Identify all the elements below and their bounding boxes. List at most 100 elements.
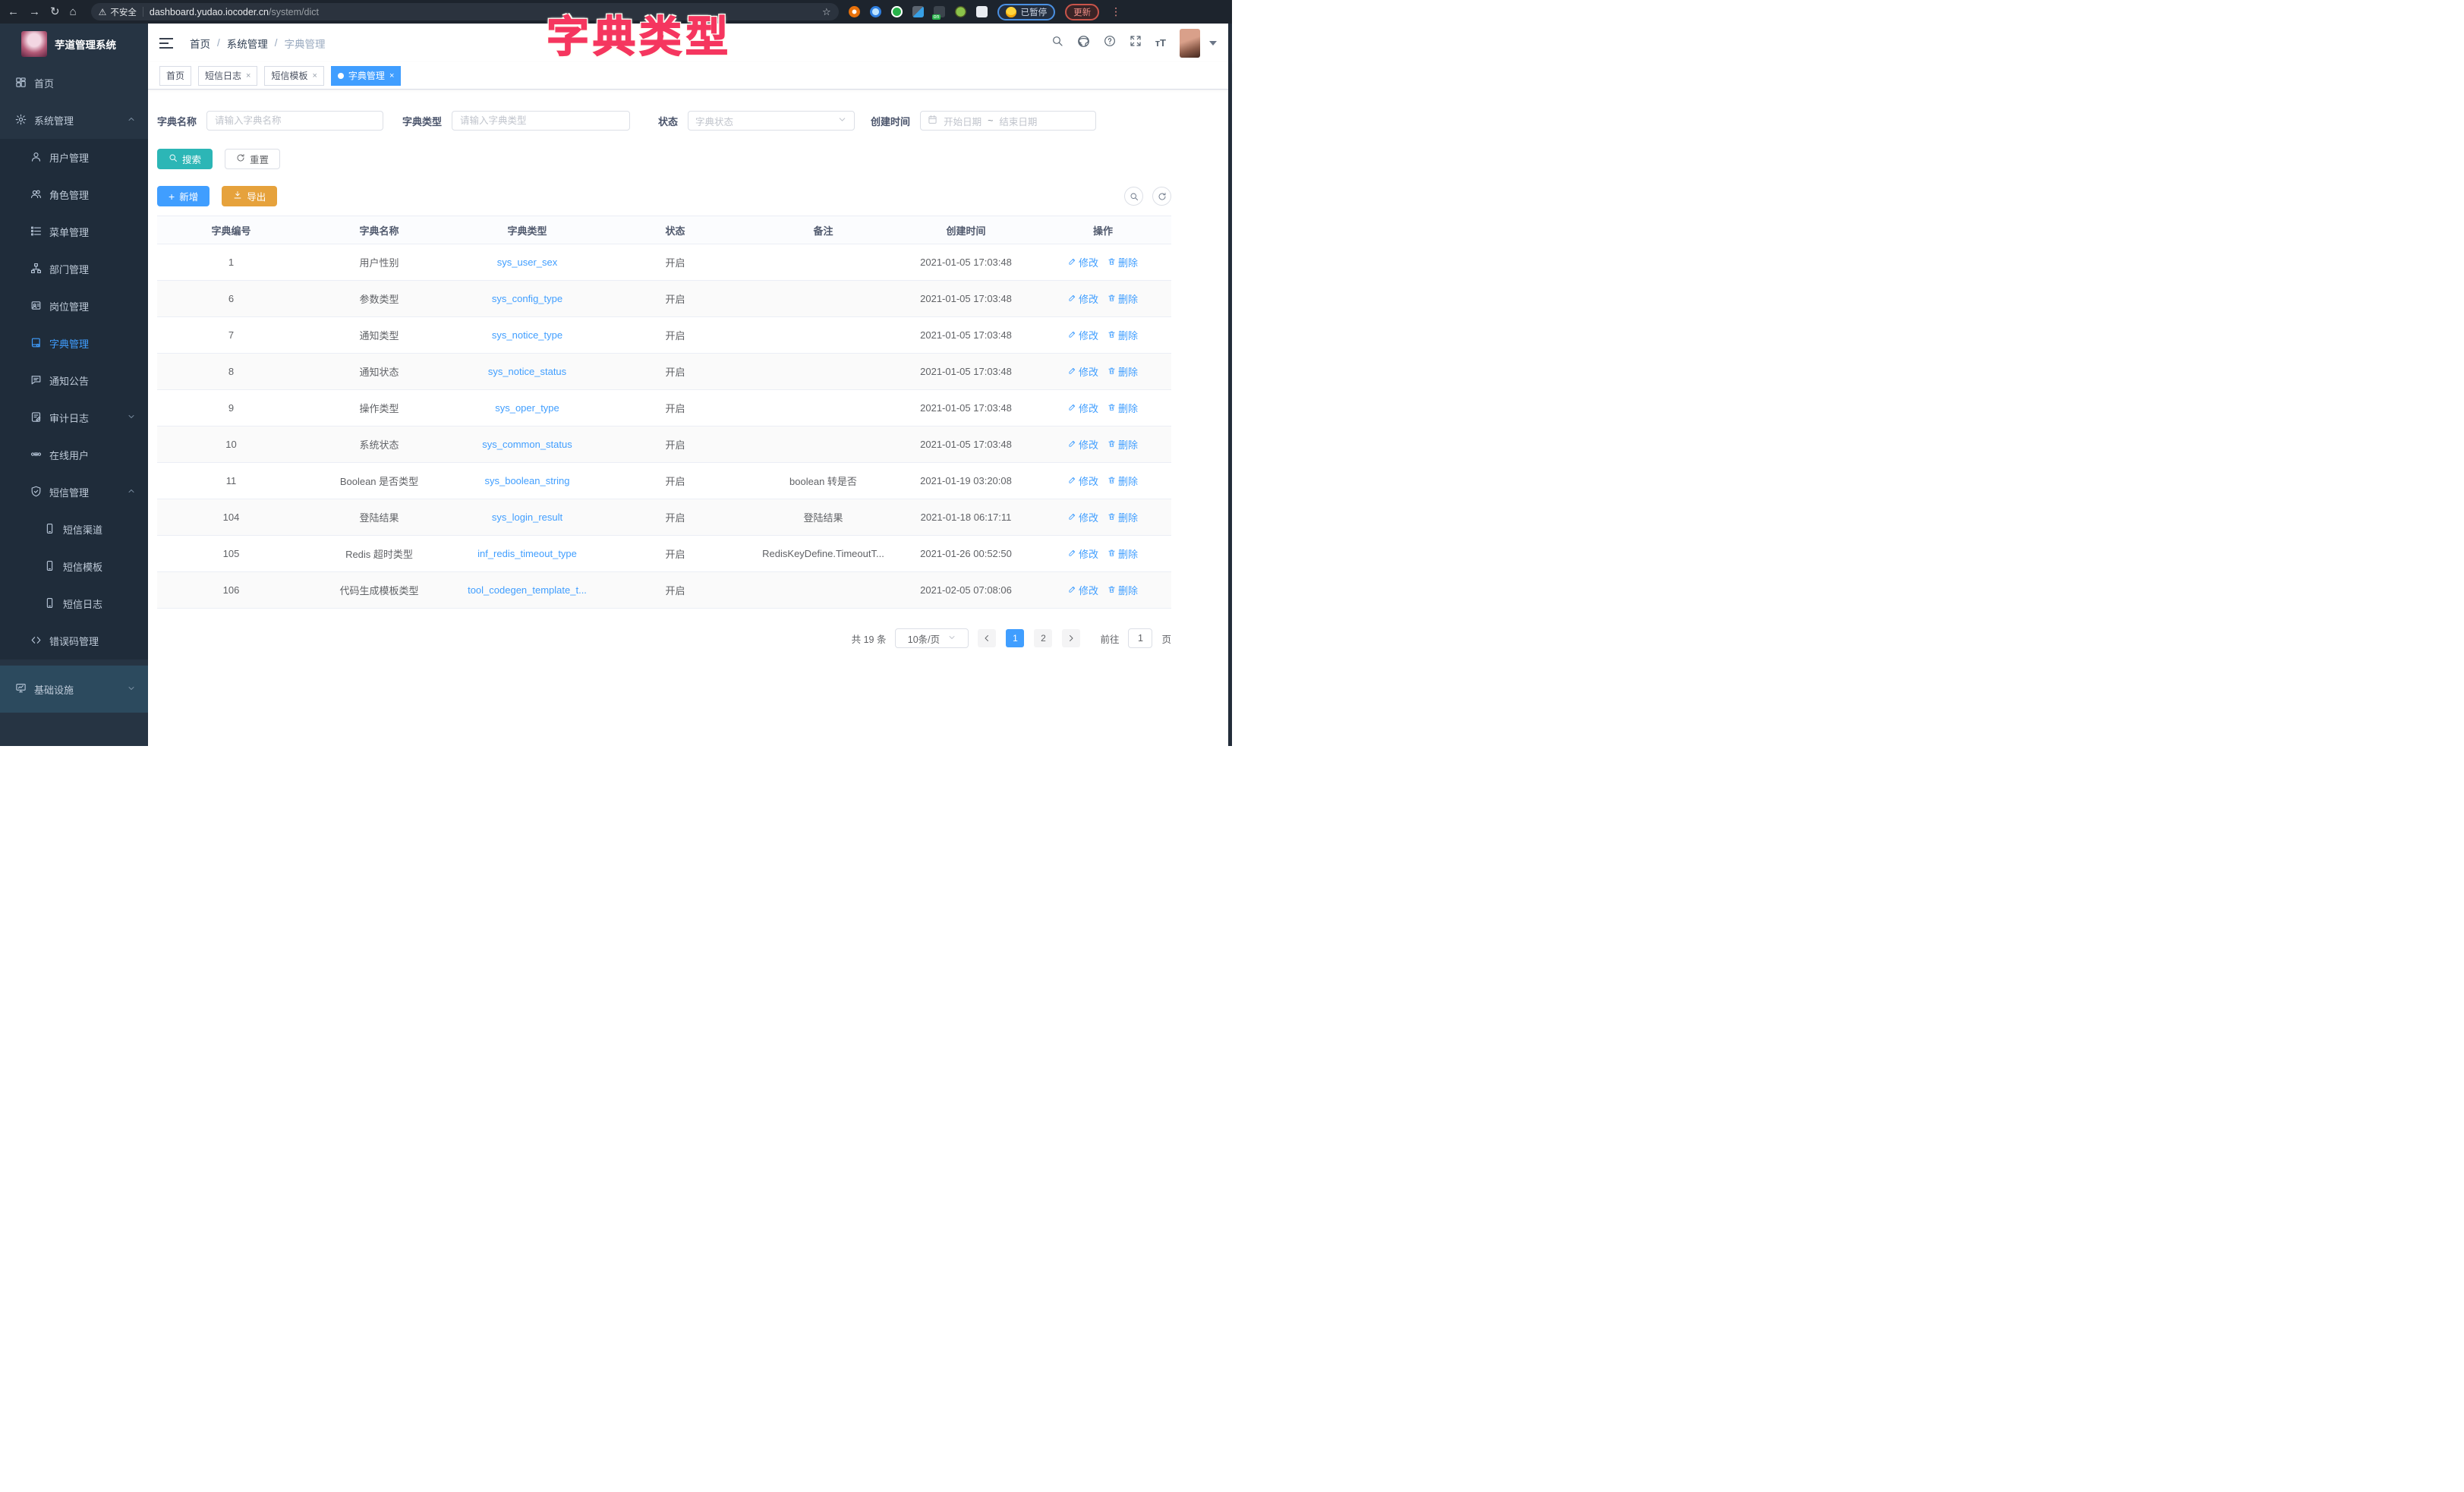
fullscreen-icon[interactable]: [1130, 35, 1142, 51]
sidebar-item-岗位管理[interactable]: 岗位管理: [0, 288, 148, 325]
date-range-picker[interactable]: 开始日期 ~ 结束日期: [920, 111, 1096, 131]
sidebar-item-字典管理[interactable]: 字典管理: [0, 325, 148, 362]
dict-type-link[interactable]: inf_redis_timeout_type: [477, 548, 577, 559]
delete-link[interactable]: 删除: [1108, 437, 1138, 452]
edit-link[interactable]: 修改: [1068, 437, 1098, 452]
close-tab-icon[interactable]: ×: [312, 71, 317, 80]
add-button[interactable]: + 新增: [157, 186, 210, 206]
prev-page-button[interactable]: [978, 629, 996, 647]
close-tab-icon[interactable]: ×: [389, 71, 394, 80]
reload-icon[interactable]: ↻: [50, 6, 60, 17]
sidebar-item-通知公告[interactable]: 通知公告: [0, 362, 148, 399]
extension-icon[interactable]: [870, 6, 881, 17]
delete-link[interactable]: 删除: [1108, 474, 1138, 488]
sidebar-item-错误码管理[interactable]: 错误码管理: [0, 622, 148, 659]
edit-link[interactable]: 修改: [1068, 546, 1098, 561]
sidebar-item-短信渠道[interactable]: 短信渠道: [0, 511, 148, 548]
delete-link[interactable]: 删除: [1108, 255, 1138, 269]
sidebar-item-短信模板[interactable]: 短信模板: [0, 548, 148, 585]
sidebar-item-审计日志[interactable]: 审计日志: [0, 399, 148, 436]
sidebar-item-短信管理[interactable]: 短信管理: [0, 474, 148, 511]
cell-dict-id: 9: [157, 390, 305, 427]
home-icon[interactable]: ⌂: [70, 6, 77, 17]
delete-link[interactable]: 删除: [1108, 583, 1138, 597]
tab-字典管理[interactable]: 字典管理×: [331, 66, 401, 86]
scrollbar[interactable]: [1228, 24, 1232, 746]
sidebar-item-基础设施[interactable]: 基础设施: [0, 666, 148, 713]
edit-link[interactable]: 修改: [1068, 510, 1098, 524]
dict-type-link[interactable]: sys_user_sex: [497, 257, 557, 268]
bookmark-star-icon[interactable]: ☆: [822, 6, 831, 18]
tab-短信日志[interactable]: 短信日志×: [198, 66, 257, 86]
help-icon[interactable]: [1104, 35, 1116, 51]
paused-extension-chip[interactable]: 已暂停: [997, 4, 1056, 20]
sms-shield-icon: [30, 486, 42, 499]
delete-link[interactable]: 删除: [1108, 510, 1138, 524]
collapse-sidebar-icon[interactable]: [159, 38, 173, 49]
dict-type-link[interactable]: sys_notice_type: [492, 329, 562, 341]
extension-icon[interactable]: on: [934, 6, 945, 17]
dict-type-link[interactable]: sys_notice_status: [488, 366, 566, 377]
sidebar-item-首页[interactable]: 首页: [0, 65, 148, 102]
sidebar-item-用户管理[interactable]: 用户管理: [0, 139, 148, 176]
chevron-down-icon[interactable]: [1209, 41, 1217, 46]
edit-link[interactable]: 修改: [1068, 401, 1098, 415]
delete-link[interactable]: 删除: [1108, 546, 1138, 561]
sidebar-item-菜单管理[interactable]: 菜单管理: [0, 213, 148, 250]
edit-link[interactable]: 修改: [1068, 328, 1098, 342]
user-avatar[interactable]: [1180, 29, 1200, 58]
tab-首页[interactable]: 首页: [159, 66, 191, 86]
tab-短信模板[interactable]: 短信模板×: [264, 66, 323, 86]
sidebar-item-系统管理[interactable]: 系统管理: [0, 102, 148, 139]
edit-link[interactable]: 修改: [1068, 583, 1098, 597]
dict-type-link[interactable]: sys_login_result: [492, 511, 562, 523]
close-tab-icon[interactable]: ×: [246, 71, 250, 80]
breadcrumb-home[interactable]: 首页: [190, 36, 210, 51]
edit-link[interactable]: 修改: [1068, 255, 1098, 269]
goto-page-input[interactable]: [1128, 628, 1152, 648]
extension-icon[interactable]: [955, 6, 966, 17]
edit-link[interactable]: 修改: [1068, 291, 1098, 306]
sidebar-item-短信日志[interactable]: 短信日志: [0, 585, 148, 622]
sidebar-item-部门管理[interactable]: 部门管理: [0, 250, 148, 288]
app-logo-row[interactable]: 芋道管理系统: [0, 24, 148, 65]
delete-link[interactable]: 删除: [1108, 328, 1138, 342]
update-chip[interactable]: 更新: [1065, 4, 1099, 20]
dict-type-link[interactable]: sys_boolean_string: [484, 475, 569, 486]
table-refresh-icon[interactable]: [1152, 187, 1171, 206]
dict-type-link[interactable]: sys_common_status: [482, 439, 572, 450]
table-search-toggle-icon[interactable]: [1124, 187, 1143, 206]
dict-type-link[interactable]: sys_config_type: [492, 293, 562, 304]
page-button-2[interactable]: 2: [1034, 629, 1052, 647]
extension-icon[interactable]: [891, 6, 903, 17]
font-size-icon[interactable]: ᴛT: [1155, 37, 1166, 49]
search-button[interactable]: 搜索: [157, 149, 213, 169]
security-warning[interactable]: ⚠ 不安全: [99, 6, 137, 18]
delete-link[interactable]: 删除: [1108, 401, 1138, 415]
edit-link[interactable]: 修改: [1068, 474, 1098, 488]
dict-type-link[interactable]: tool_codegen_template_t...: [468, 584, 587, 596]
delete-link[interactable]: 删除: [1108, 291, 1138, 306]
reset-button[interactable]: 重置: [225, 149, 280, 169]
puzzle-extension-icon[interactable]: [976, 6, 988, 17]
edit-link[interactable]: 修改: [1068, 364, 1098, 379]
page-button-1[interactable]: 1: [1006, 629, 1024, 647]
browser-menu-icon[interactable]: ⋮: [1111, 5, 1121, 18]
sidebar-item-在线用户[interactable]: 在线用户: [0, 436, 148, 474]
page-size-select[interactable]: 10条/页: [895, 628, 969, 648]
back-icon[interactable]: ←: [8, 6, 19, 17]
extension-icon[interactable]: [849, 6, 860, 17]
dict-name-input[interactable]: [206, 111, 383, 131]
status-select[interactable]: 字典状态: [688, 111, 855, 131]
github-icon[interactable]: [1077, 35, 1090, 52]
dict-type-input[interactable]: [452, 111, 630, 131]
next-page-button[interactable]: [1062, 629, 1080, 647]
extension-icon[interactable]: [912, 6, 924, 17]
delete-link[interactable]: 删除: [1108, 364, 1138, 379]
export-button[interactable]: 导出: [222, 186, 277, 206]
dict-type-link[interactable]: sys_oper_type: [495, 402, 559, 414]
search-icon[interactable]: [1051, 35, 1063, 51]
forward-icon[interactable]: →: [29, 6, 40, 17]
breadcrumb-system[interactable]: 系统管理: [227, 36, 268, 51]
sidebar-item-角色管理[interactable]: 角色管理: [0, 176, 148, 213]
